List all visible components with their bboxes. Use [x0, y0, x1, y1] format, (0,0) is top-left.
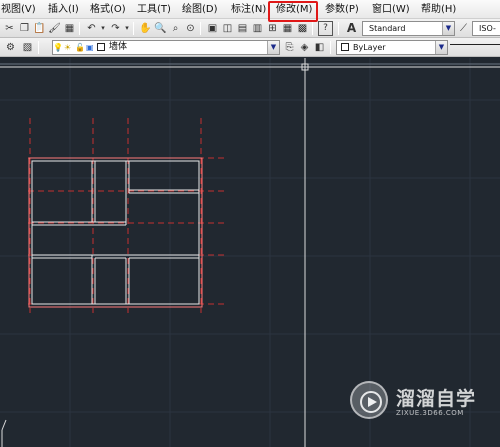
- linetype-preview[interactable]: [450, 44, 500, 45]
- menu-modify[interactable]: 修改(M): [276, 4, 312, 15]
- menu-draw[interactable]: 绘图(D): [182, 4, 218, 15]
- layer-properties-icon[interactable]: ⚙: [3, 40, 18, 55]
- layer-isolate-icon[interactable]: ◧: [312, 40, 327, 55]
- paste-icon[interactable]: 📋: [32, 21, 47, 36]
- zoom-window-icon[interactable]: ⌕: [168, 21, 183, 36]
- calculator-icon[interactable]: ▩: [295, 21, 310, 36]
- pan-hand-icon[interactable]: ✋: [138, 21, 153, 36]
- dimension-style-value: ISO-: [479, 24, 496, 33]
- toolbar-separator: [133, 22, 134, 35]
- menu-insert[interactable]: 插入(I): [48, 4, 79, 15]
- layers-toolbar: ⚙ ▧ 💡 ☀ 🔓 ▣ 墙体 ▼ ⎘ ◈ ◧ ByLayer ▼: [0, 38, 500, 57]
- copy-icon[interactable]: ❐: [17, 21, 32, 36]
- make-current-layer-icon[interactable]: ⎘: [282, 40, 297, 55]
- redo-icon[interactable]: ↷: [108, 21, 123, 36]
- watermark-url: ZIXUE.3D66.COM: [396, 409, 464, 417]
- toolbar-separator: [330, 41, 331, 54]
- layer-select[interactable]: 💡 ☀ 🔓 ▣ 墙体 ▼: [52, 40, 280, 55]
- text-style-select[interactable]: Standard ▼: [362, 21, 455, 36]
- text-style-icon[interactable]: A: [344, 21, 359, 36]
- match-properties-icon[interactable]: 🖌: [47, 21, 62, 36]
- sun-icon: ☀: [64, 43, 72, 52]
- toolbar-separator: [79, 22, 80, 35]
- menu-window[interactable]: 窗口(W): [372, 4, 410, 15]
- watermark: 溜溜自学 ZIXUE.3D66.COM: [350, 381, 480, 437]
- layer-previous-icon[interactable]: ◈: [297, 40, 312, 55]
- color-select[interactable]: ByLayer ▼: [336, 40, 448, 55]
- color-swatch: [341, 43, 349, 51]
- zoom-previous-icon[interactable]: ⊙: [183, 21, 198, 36]
- layer-states-icon[interactable]: ▧: [20, 40, 35, 55]
- layer-name: 墙体: [109, 42, 128, 52]
- help-icon[interactable]: ?: [318, 21, 333, 36]
- quickcalc-icon[interactable]: ▦: [280, 21, 295, 36]
- toolbar-separator: [200, 22, 201, 35]
- text-style-value: Standard: [369, 24, 406, 33]
- menu-format[interactable]: 格式(O): [90, 4, 126, 15]
- menu-help[interactable]: 帮助(H): [421, 4, 456, 15]
- lightbulb-icon: 💡: [53, 43, 63, 52]
- plot-icon: ▣: [86, 43, 94, 52]
- menu-tools[interactable]: 工具(T): [137, 4, 171, 15]
- chevron-down-icon: ▼: [442, 22, 454, 35]
- watermark-title: 溜溜自学: [396, 388, 477, 410]
- ucs-icon: [1, 419, 7, 447]
- chevron-down-icon: ▼: [435, 41, 447, 54]
- standard-toolbar: ✂ ❐ 📋 🖌 ▦ ↶ ▾ ↷ ▾ ✋ 🔍 ⌕ ⊙ ▣ ◫ ▤ ▥ ⊞ ▦ ▩ …: [0, 19, 500, 38]
- floor-plan-walls: [28, 157, 203, 308]
- lock-icon: 🔓: [75, 43, 85, 52]
- block-editor-icon[interactable]: ▦: [62, 21, 77, 36]
- layer-color-swatch: [97, 43, 105, 51]
- sheet-set-icon[interactable]: ▥: [250, 21, 265, 36]
- properties-icon[interactable]: ▣: [205, 21, 220, 36]
- toolbar-separator: [38, 41, 39, 54]
- cut-icon[interactable]: ✂: [2, 21, 17, 36]
- toolbar-separator: [338, 22, 339, 35]
- undo-icon[interactable]: ↶: [84, 21, 99, 36]
- dimension-style-icon[interactable]: ⟋: [456, 21, 471, 36]
- tool-palettes-icon[interactable]: ▤: [235, 21, 250, 36]
- menu-dimension[interactable]: 标注(N): [231, 4, 266, 15]
- design-center-icon[interactable]: ◫: [220, 21, 235, 36]
- menu-view[interactable]: 视图(V): [1, 4, 36, 15]
- chevron-down-icon: ▼: [267, 41, 279, 54]
- menu-bar: 视图(V) 插入(I) 格式(O) 工具(T) 绘图(D) 标注(N) 修改(M…: [0, 0, 500, 19]
- play-logo-icon: [350, 381, 388, 419]
- redo-dropdown-icon[interactable]: ▾: [123, 21, 131, 36]
- menu-parametric[interactable]: 参数(P): [325, 4, 359, 15]
- markup-icon[interactable]: ⊞: [265, 21, 280, 36]
- toolbar-separator: [312, 22, 313, 35]
- color-value: ByLayer: [353, 43, 386, 52]
- dimension-style-select[interactable]: ISO-: [472, 21, 500, 36]
- undo-dropdown-icon[interactable]: ▾: [99, 21, 107, 36]
- zoom-realtime-icon[interactable]: 🔍: [153, 21, 168, 36]
